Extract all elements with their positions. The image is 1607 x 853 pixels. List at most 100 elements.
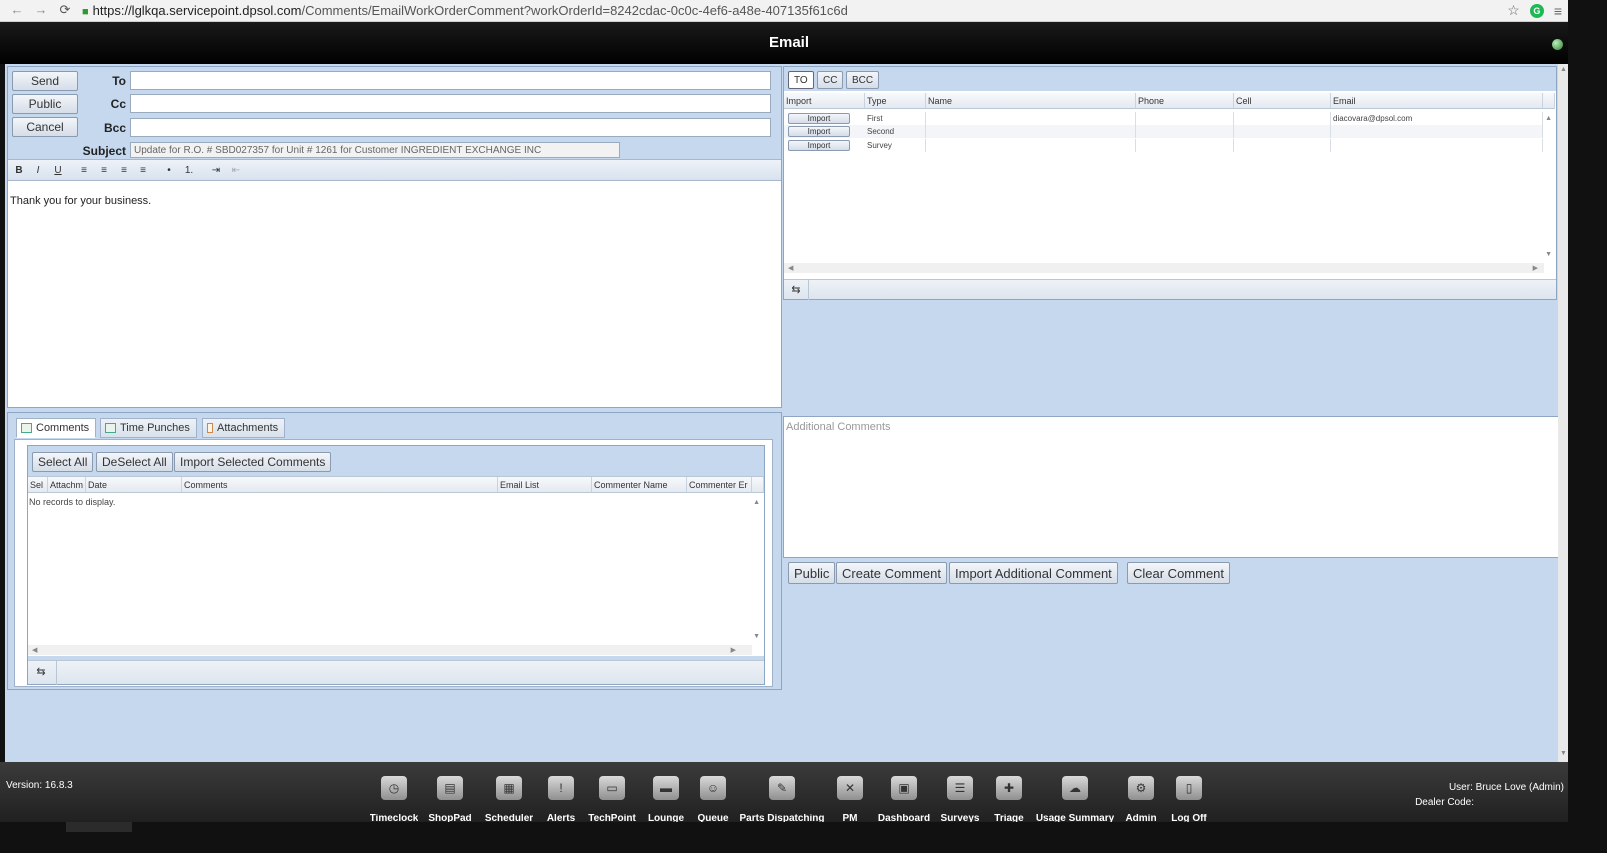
import-button[interactable]: Import [788,113,850,124]
align-right-icon[interactable]: ≡ [117,164,131,177]
tab-comments[interactable]: Comments [16,418,97,438]
scroll-down-icon[interactable]: ▼ [1560,750,1567,757]
italic-icon[interactable]: I [31,164,45,177]
col-import[interactable]: Import [784,93,865,109]
scroll-down-icon[interactable]: ▼ [1545,251,1552,258]
align-center-icon[interactable]: ≡ [97,164,111,177]
attachments-icon [207,423,213,433]
page-vertical-scrollbar[interactable]: ▲ ▼ [1558,64,1568,762]
os-task-tab[interactable] [66,822,132,832]
scroll-right-icon[interactable]: ▶ [1533,264,1538,272]
dealer-code-label: Dealer Code: [1415,797,1474,808]
gear-icon: ⚙ [1128,776,1154,800]
forward-icon[interactable]: → [34,3,48,17]
comments-tab-content: Select All DeSelect All Import Selected … [14,439,773,687]
subject-label: Subject [82,144,126,158]
public-comment-button[interactable]: Public [788,562,836,584]
table-row: Import Second [784,125,1543,138]
create-comment-button[interactable]: Create Comment [836,562,947,584]
cc-field[interactable] [130,94,771,113]
scroll-down-icon[interactable]: ▼ [753,633,760,640]
comments-icon [21,423,32,433]
import-button[interactable]: Import [788,126,850,137]
col-type[interactable]: Type [865,93,926,109]
col-date[interactable]: Date [86,477,182,493]
tab-attachments-label: Attachments [217,422,279,434]
refresh-icon[interactable]: ⇆ [33,664,49,680]
dock-item-techpoint[interactable]: ▭ TechPoint [582,776,642,824]
indent-icon[interactable]: ⇥ [209,164,223,177]
import-selected-comments-button[interactable]: Import Selected Comments [174,452,332,472]
address-bar[interactable]: ■ https://lglkqa.servicepoint.dpsol.com/C… [82,1,1492,20]
cell-cell [1234,125,1331,138]
bcc-field[interactable] [130,118,771,137]
import-button[interactable]: Import [788,140,850,151]
scroll-left-icon[interactable]: ◀ [788,264,793,272]
tab-time-punches-label: Time Punches [120,422,190,434]
deselect-all-button[interactable]: DeSelect All [96,452,173,472]
browser-menu-icon[interactable]: ≡ [1554,3,1562,19]
browser-toolbar: ← → ⟳ ■ https://lglkqa.servicepoint.dpsol… [0,0,1568,22]
refresh-icon[interactable]: ⇆ [788,282,804,298]
subject-field[interactable] [130,142,620,158]
bookmark-star-icon[interactable]: ☆ [1507,2,1520,19]
back-icon[interactable]: ← [10,3,24,17]
underline-icon[interactable]: U [51,164,65,177]
version-label: Version: 16.8.3 [6,780,73,791]
people-icon: ☺ [700,776,726,800]
lounge-icon: ▬ [653,776,679,800]
globe-icon[interactable] [1552,39,1563,50]
col-spacer [752,477,764,493]
grammarly-icon[interactable]: G [1529,3,1544,18]
compose-panel: Send Public Cancel To Cc Bcc Subject B I… [7,66,782,408]
select-all-button[interactable]: Select All [32,452,94,472]
dock-item-parts-dispatching[interactable]: ✎ Parts Dispatching [739,776,825,824]
col-phone[interactable]: Phone [1136,93,1234,109]
tab-to[interactable]: TO [788,71,814,89]
col-commenter-email[interactable]: Commenter Er [687,477,752,493]
horizontal-scrollbar[interactable]: ◀ ▶ [28,645,752,655]
tab-time-punches[interactable]: Time Punches [100,418,197,438]
scroll-left-icon[interactable]: ◀ [32,646,37,654]
tools-icon: ✕ [837,776,863,800]
scroll-right-icon[interactable]: ▶ [731,646,736,654]
clear-comment-button[interactable]: Clear Comment [1127,562,1231,584]
dock-item-dashboard[interactable]: ▣ Dashboard [874,776,934,824]
additional-comments-field[interactable]: Additional Comments [783,416,1559,558]
col-commenter-name[interactable]: Commenter Name [592,477,687,493]
dock-item-queue[interactable]: ☺ Queue [683,776,743,824]
scroll-up-icon[interactable]: ▲ [1560,66,1567,73]
dock-item-scheduler[interactable]: ▦ Scheduler [479,776,539,824]
col-name[interactable]: Name [926,93,1136,109]
bold-icon[interactable]: B [12,164,26,177]
dock-item-timeclock[interactable]: ◷ Timeclock [364,776,424,824]
justify-icon[interactable]: ≡ [136,164,150,177]
horizontal-scrollbar[interactable]: ◀ ▶ [784,263,1544,273]
col-sel[interactable]: Sel [28,477,48,493]
col-email-list[interactable]: Email List [498,477,592,493]
monitor-icon: ▭ [599,776,625,800]
outdent-icon[interactable]: ⇤ [229,164,243,177]
col-attachment[interactable]: Attachm [48,477,86,493]
col-comments[interactable]: Comments [182,477,498,493]
dock-item-shoppad[interactable]: ▤ ShopPad [420,776,480,824]
col-email[interactable]: Email [1331,93,1543,109]
tab-attachments[interactable]: Attachments [202,418,286,438]
dock-item-log-off[interactable]: ▯ Log Off [1159,776,1219,824]
dock-item-triage[interactable]: ✚ Triage [979,776,1039,824]
scroll-up-icon[interactable]: ▲ [1545,115,1552,122]
dock-item-usage-summary[interactable]: ☁ Usage Summary [1036,776,1114,824]
col-cell[interactable]: Cell [1234,93,1331,109]
bullet-list-icon[interactable]: • [162,164,176,177]
to-field[interactable] [130,71,771,90]
tab-cc[interactable]: CC [817,71,844,89]
import-additional-comment-button[interactable]: Import Additional Comment [949,562,1118,584]
align-left-icon[interactable]: ≡ [77,164,91,177]
reload-icon[interactable]: ⟳ [58,3,72,17]
tab-bcc[interactable]: BCC [846,71,880,89]
numbered-list-icon[interactable]: 1. [182,164,196,177]
email-body-editor[interactable]: Thank you for your business. [8,181,781,407]
dock-item-pm[interactable]: ✕ PM [820,776,880,824]
triage-icon: ✚ [996,776,1022,800]
scroll-up-icon[interactable]: ▲ [753,499,760,506]
